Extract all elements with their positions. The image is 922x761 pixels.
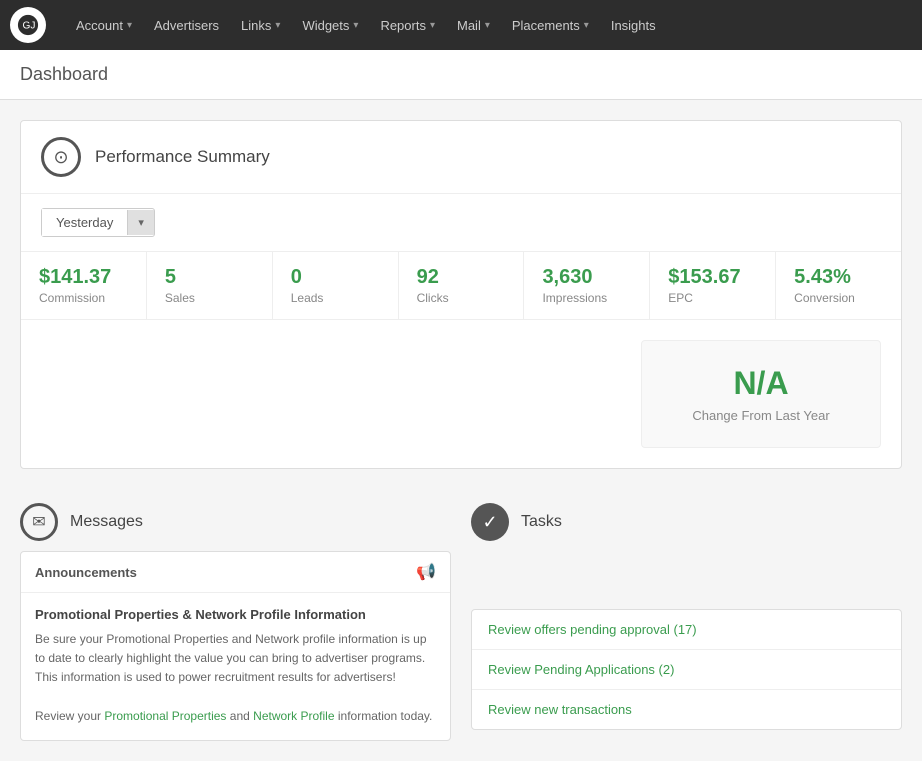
date-dropdown-arrow[interactable]: ▾ (127, 210, 154, 235)
messages-section: ✉ Messages Announcements 📢 Promotional P… (20, 489, 451, 741)
nav-item-widgets[interactable]: Widgets ▾ (292, 12, 368, 39)
messages-section-header: ✉ Messages (20, 489, 451, 551)
megaphone-icon: 📢 (416, 562, 436, 582)
performance-summary-title: Performance Summary (95, 147, 270, 167)
stat-commission-label: Commission (39, 291, 128, 305)
nav-item-reports[interactable]: Reports ▾ (370, 12, 445, 39)
task-item-transactions[interactable]: Review new transactions (472, 690, 901, 729)
nav-items-list: Account ▾ Advertisers Links ▾ Widgets ▾ … (66, 12, 666, 39)
nav-item-links[interactable]: Links ▾ (231, 12, 290, 39)
nav-item-placements[interactable]: Placements ▾ (502, 12, 599, 39)
date-row: Yesterday ▾ (21, 194, 901, 252)
breadcrumb-bar: Dashboard (0, 50, 922, 100)
messages-section-title: Messages (70, 513, 143, 531)
main-content: ⊙ Performance Summary Yesterday ▾ $141.3… (0, 100, 922, 761)
stat-epc-value: $153.67 (668, 266, 757, 289)
task-item-applications[interactable]: Review Pending Applications (2) (472, 650, 901, 690)
nia-label: Change From Last Year (662, 408, 860, 423)
date-select-label: Yesterday (42, 209, 127, 236)
announcements-title: Announcements (35, 565, 137, 580)
widgets-dropdown-arrow: ▾ (353, 20, 358, 31)
stat-commission: $141.37 Commission (21, 252, 147, 319)
stat-leads-label: Leads (291, 291, 380, 305)
nia-section: N/A Change From Last Year (21, 320, 901, 468)
stat-conversion: 5.43% Conversion (776, 252, 901, 319)
announcements-card: Announcements 📢 Promotional Properties &… (20, 551, 451, 741)
tasks-section-title: Tasks (521, 513, 562, 531)
stat-conversion-label: Conversion (794, 291, 883, 305)
announce-post-body: Be sure your Promotional Properties and … (35, 630, 436, 726)
stat-clicks: 92 Clicks (399, 252, 525, 319)
placements-dropdown-arrow: ▾ (584, 20, 589, 31)
stat-sales-label: Sales (165, 291, 254, 305)
reports-dropdown-arrow: ▾ (430, 20, 435, 31)
nia-box: N/A Change From Last Year (641, 340, 881, 448)
stat-epc: $153.67 EPC (650, 252, 776, 319)
navigation: GJ Account ▾ Advertisers Links ▾ Widgets… (0, 0, 922, 50)
tasks-section-header: ✓ Tasks (471, 489, 902, 551)
svg-text:GJ: GJ (23, 21, 36, 32)
performance-summary-card: ⊙ Performance Summary Yesterday ▾ $141.3… (20, 120, 902, 469)
announce-cta-prefix: Review your (35, 709, 101, 723)
announcements-header: Announcements 📢 (21, 552, 450, 593)
stat-leads-value: 0 (291, 266, 380, 289)
gauge-icon: ⊙ (41, 137, 81, 177)
nav-item-mail[interactable]: Mail ▾ (447, 12, 500, 39)
announcements-body: Promotional Properties & Network Profile… (21, 593, 450, 740)
stat-commission-value: $141.37 (39, 266, 128, 289)
tasks-card: Review offers pending approval (17) Revi… (471, 609, 902, 730)
stat-sales-value: 5 (165, 266, 254, 289)
stat-conversion-value: 5.43% (794, 266, 883, 289)
nav-item-insights[interactable]: Insights (601, 12, 666, 39)
links-dropdown-arrow: ▾ (275, 20, 280, 31)
stat-impressions: 3,630 Impressions (524, 252, 650, 319)
stat-epc-label: EPC (668, 291, 757, 305)
page-title: Dashboard (20, 64, 902, 85)
nia-value: N/A (662, 365, 860, 402)
bottom-grid: ✉ Messages Announcements 📢 Promotional P… (20, 489, 902, 741)
task-item-offers[interactable]: Review offers pending approval (17) (472, 610, 901, 650)
promotional-properties-link[interactable]: Promotional Properties (104, 709, 226, 723)
date-select[interactable]: Yesterday ▾ (41, 208, 155, 237)
tasks-section: ✓ Tasks Review offers pending approval (… (471, 489, 902, 741)
stat-clicks-label: Clicks (417, 291, 506, 305)
envelope-icon: ✉ (20, 503, 58, 541)
stats-row: $141.37 Commission 5 Sales 0 Leads 92 Cl… (21, 252, 901, 320)
nav-item-advertisers[interactable]: Advertisers (144, 12, 229, 39)
checkmark-icon: ✓ (471, 503, 509, 541)
performance-summary-header: ⊙ Performance Summary (21, 121, 901, 194)
stat-leads: 0 Leads (273, 252, 399, 319)
stat-sales: 5 Sales (147, 252, 273, 319)
announce-post-title: Promotional Properties & Network Profile… (35, 607, 436, 622)
app-logo: GJ (10, 7, 46, 43)
network-profile-link[interactable]: Network Profile (253, 709, 334, 723)
stat-clicks-value: 92 (417, 266, 506, 289)
stat-impressions-label: Impressions (542, 291, 631, 305)
stat-impressions-value: 3,630 (542, 266, 631, 289)
mail-dropdown-arrow: ▾ (485, 20, 490, 31)
account-dropdown-arrow: ▾ (127, 20, 132, 31)
nav-item-account[interactable]: Account ▾ (66, 12, 142, 39)
